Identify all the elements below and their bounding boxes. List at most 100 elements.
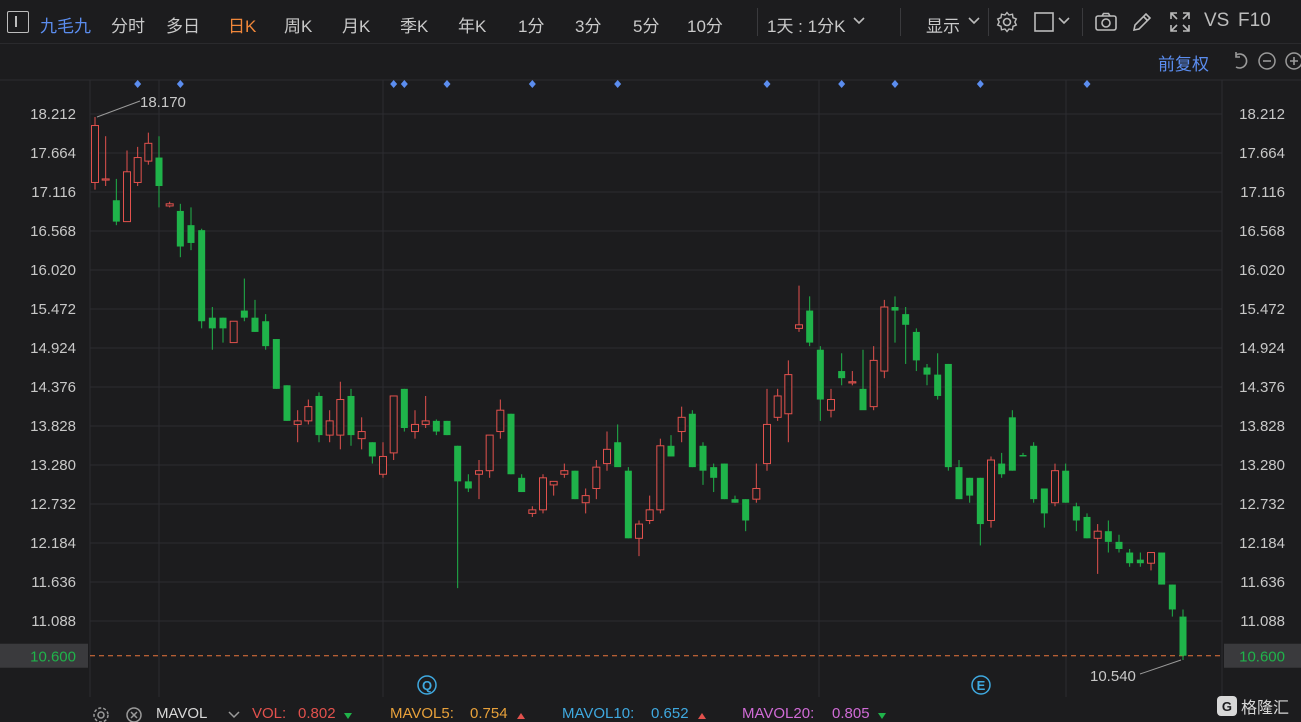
candle-body <box>325 420 334 436</box>
candle <box>763 388 771 471</box>
candle <box>902 307 910 364</box>
candle <box>1040 488 1048 528</box>
candle-body <box>720 463 728 500</box>
candle-body <box>1040 488 1048 514</box>
candle <box>507 413 515 475</box>
indicator-name[interactable]: MAVOL <box>156 705 207 722</box>
y-tick-label: 17.116 <box>31 184 76 201</box>
candle <box>635 520 643 557</box>
candle-body <box>934 374 942 396</box>
candle <box>411 410 419 439</box>
candle-body <box>710 467 718 478</box>
candle <box>827 388 835 418</box>
close-icon[interactable] <box>125 707 143 722</box>
candle-body <box>773 395 782 418</box>
candle-body <box>848 381 857 384</box>
candle <box>699 442 707 485</box>
candle-body <box>262 321 270 347</box>
candle-body <box>592 466 601 489</box>
candle-body <box>454 445 462 482</box>
brand-logo-icon: G <box>1216 696 1237 716</box>
candle <box>112 178 120 226</box>
settings-icon[interactable] <box>92 707 110 722</box>
candle-body <box>315 395 323 436</box>
mavol20-label: MAVOL20: <box>742 705 815 722</box>
y-tick-label: 15.472 <box>1239 301 1285 318</box>
y-tick-label: 12.184 <box>1239 535 1285 552</box>
candle-body <box>891 307 899 311</box>
candle <box>966 477 974 503</box>
candle <box>784 360 793 443</box>
candle-body <box>827 399 835 411</box>
y-tick-label: 12.732 <box>30 496 76 513</box>
mavol5-label: MAVOL5: <box>390 705 454 722</box>
candle-body <box>283 385 291 421</box>
event-marker-diamond <box>134 80 142 88</box>
candle-body <box>912 331 920 361</box>
candle <box>208 307 216 350</box>
candle-body <box>1126 552 1134 564</box>
candle-body <box>165 203 174 207</box>
candle-body <box>656 445 665 511</box>
candle-body <box>571 470 579 500</box>
candle-body <box>1158 552 1166 585</box>
candle <box>549 480 558 496</box>
candle <box>688 410 696 468</box>
candle-body <box>624 470 632 539</box>
event-marker-diamond <box>400 80 408 88</box>
candle-body <box>976 477 984 525</box>
candle <box>998 452 1006 478</box>
candle <box>1147 552 1155 571</box>
event-marker-q: Q <box>417 675 437 695</box>
candle-body <box>1030 445 1038 500</box>
candle-body <box>240 310 248 318</box>
candlestick-chart[interactable]: 18.212 17.664 17.116 16.568 16.020 15.472 14.9… <box>0 0 1301 722</box>
event-marker-diamond <box>443 80 451 88</box>
candle-body <box>1179 616 1187 656</box>
candle-body <box>101 178 110 181</box>
candle <box>1062 463 1070 503</box>
candle-body <box>443 420 451 436</box>
mavol10-value: 0.652 <box>651 705 689 722</box>
candle-body <box>379 455 387 475</box>
candle-body <box>155 157 163 187</box>
event-marker-diamond <box>763 80 771 88</box>
candle <box>923 363 931 386</box>
chevron-down-icon[interactable] <box>228 710 240 720</box>
candle-body <box>411 423 419 433</box>
candle <box>1126 548 1134 567</box>
candle-body <box>699 445 707 471</box>
candle-body <box>966 477 974 496</box>
candle-body <box>1008 417 1016 471</box>
up-triangle-icon <box>698 713 706 719</box>
event-marker-diamond <box>976 80 984 88</box>
y-tick-label: 13.828 <box>30 418 76 435</box>
candle-body <box>187 225 195 243</box>
candle-body <box>251 317 259 332</box>
event-marker-letter: E <box>977 678 986 693</box>
event-marker-diamond <box>176 80 184 88</box>
candle <box>1179 609 1187 660</box>
candle-body <box>208 317 216 329</box>
candle-body <box>475 470 483 475</box>
y-tick-label: 15.472 <box>30 301 76 318</box>
y-tick-label: 18.212 <box>1239 106 1285 123</box>
candle-body <box>112 200 120 222</box>
mavol20-value: 0.805 <box>832 705 870 722</box>
candle-body <box>1115 541 1123 549</box>
vol-value: 0.802 <box>298 705 336 722</box>
price-annotations: Q E 18.170 10.540 <box>96 94 1182 695</box>
candle-body <box>549 480 558 486</box>
candle <box>454 445 462 589</box>
candle <box>816 346 824 421</box>
y-tick-label: 18.212 <box>30 106 76 123</box>
y-tick-label: 12.732 <box>1239 496 1285 513</box>
candle-body <box>614 442 622 468</box>
candle <box>880 299 889 379</box>
candle-body <box>806 310 814 343</box>
candle <box>667 435 675 457</box>
candle-body <box>1019 455 1027 457</box>
candle-body <box>923 367 931 375</box>
candle-body <box>1072 506 1080 521</box>
candle-body <box>731 499 739 503</box>
